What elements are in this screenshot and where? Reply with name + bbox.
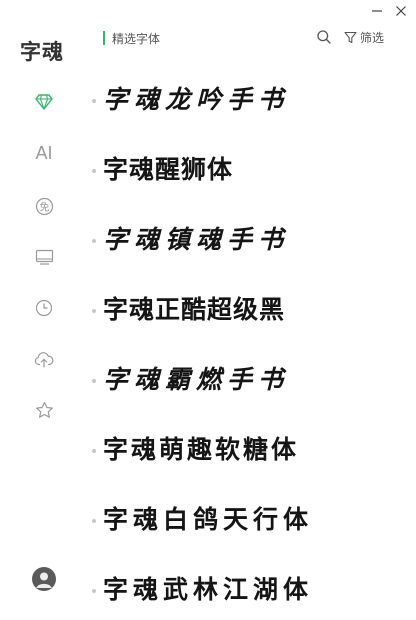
search-button[interactable] bbox=[316, 29, 332, 45]
app-logo: 字魂 bbox=[20, 39, 64, 64]
list-item[interactable]: 字魂龙吟手书 bbox=[88, 66, 400, 136]
svg-text:免: 免 bbox=[39, 200, 49, 213]
filter-icon bbox=[344, 31, 357, 43]
list-bullet bbox=[92, 589, 96, 593]
list-bullet bbox=[92, 519, 96, 523]
close-button[interactable] bbox=[394, 4, 408, 18]
monitor-icon bbox=[35, 249, 53, 265]
font-list: 字魂龙吟手书 字魂醒狮体 字魂镇魂手书 字魂正酷超级黑 字魂霸燃手书 字魂萌趣软… bbox=[88, 66, 400, 620]
font-sample: 字魂白鸽天行体 bbox=[103, 505, 314, 534]
font-sample: 字魂武林江湖体 bbox=[103, 575, 314, 604]
font-sample: 字魂镇魂手书 bbox=[103, 225, 290, 254]
font-sample: 字魂霸燃手书 bbox=[103, 365, 290, 394]
sidebar-item-free[interactable]: 免 bbox=[33, 195, 55, 217]
filter-button[interactable]: 筛选 bbox=[344, 29, 384, 45]
sidebar-item-history[interactable] bbox=[33, 297, 55, 319]
list-item[interactable]: 字魂醒狮体 bbox=[88, 136, 400, 206]
sidebar-item-ai[interactable]: AI bbox=[33, 142, 55, 164]
list-item[interactable]: 字魂武林江湖体 bbox=[88, 556, 400, 620]
font-sample: 字魂龙吟手书 bbox=[103, 85, 290, 114]
list-item[interactable]: 字魂霸燃手书 bbox=[88, 346, 400, 416]
list-bullet bbox=[92, 379, 96, 383]
diamond-icon bbox=[35, 94, 53, 110]
cloud-upload-icon bbox=[34, 351, 54, 368]
user-icon bbox=[36, 572, 52, 588]
free-icon: 免 bbox=[35, 197, 53, 215]
list-bullet bbox=[92, 449, 96, 453]
sidebar: 字魂 AI 免 bbox=[0, 0, 88, 620]
list-bullet bbox=[92, 169, 96, 173]
list-item[interactable]: 字魂白鸽天行体 bbox=[88, 486, 400, 556]
list-item[interactable]: 字魂正酷超级黑 bbox=[88, 276, 400, 346]
window-controls bbox=[370, 4, 408, 18]
sidebar-item-favorites[interactable] bbox=[33, 399, 55, 421]
filter-label: 筛选 bbox=[359, 30, 384, 45]
minimize-button[interactable] bbox=[370, 4, 384, 18]
header-accent-bar bbox=[103, 31, 105, 45]
list-bullet bbox=[92, 239, 96, 243]
clock-icon bbox=[35, 299, 53, 317]
star-icon bbox=[35, 401, 53, 418]
font-sample: 字魂正酷超级黑 bbox=[103, 295, 286, 324]
user-avatar[interactable] bbox=[32, 567, 56, 591]
list-bullet bbox=[92, 99, 96, 103]
list-bullet bbox=[92, 309, 96, 313]
minimize-icon bbox=[372, 10, 382, 12]
sidebar-item-featured[interactable] bbox=[33, 91, 55, 113]
font-sample: 字魂醒狮体 bbox=[103, 155, 234, 184]
list-item[interactable]: 字魂镇魂手书 bbox=[88, 206, 400, 276]
content-header: 精选字体 筛选 bbox=[103, 29, 384, 47]
list-item[interactable]: 字魂萌趣软糖体 bbox=[88, 416, 400, 486]
sidebar-item-screen[interactable] bbox=[33, 246, 55, 268]
page-title: 精选字体 bbox=[112, 32, 161, 46]
search-icon bbox=[317, 30, 331, 44]
font-sample: 字魂萌趣软糖体 bbox=[103, 435, 300, 464]
close-icon bbox=[396, 6, 406, 16]
sidebar-item-upload[interactable] bbox=[33, 348, 55, 370]
